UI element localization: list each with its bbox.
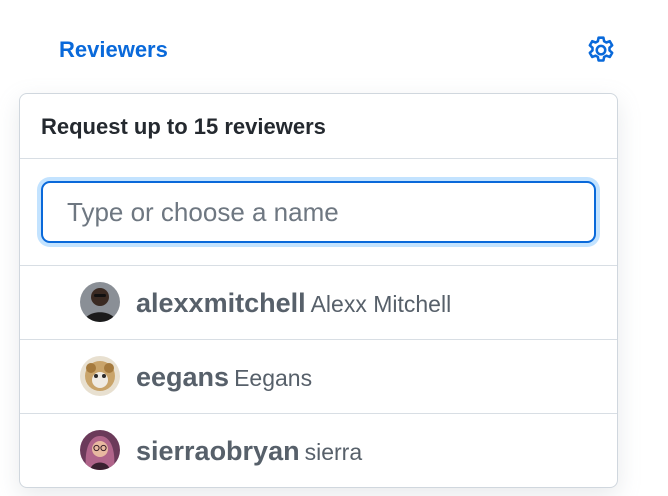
reviewer-full-name: Eegans — [234, 365, 313, 391]
avatar — [80, 430, 120, 470]
reviewer-login: eegans — [136, 362, 230, 392]
menu-title: Request up to 15 reviewers — [20, 94, 617, 159]
gear-icon[interactable] — [584, 34, 618, 68]
reviewer-filter-input[interactable] — [41, 181, 596, 243]
reviewer-login: sierraobryan — [136, 436, 300, 466]
reviewer-option-text: alexxmitchell Alexx Mitchell — [136, 266, 451, 345]
reviewer-login: alexxmitchell — [136, 288, 306, 318]
reviewer-full-name: sierra — [304, 439, 363, 465]
reviewer-option[interactable]: eegans Eegans — [20, 340, 617, 414]
reviewer-option-text: sierraobryan sierra — [136, 414, 363, 487]
reviewers-select-menu: Request up to 15 reviewers alexxmitchell… — [19, 93, 618, 488]
reviewers-sidebar-header: Reviewers — [0, 0, 668, 96]
reviewer-option[interactable]: sierraobryan sierra — [20, 414, 617, 487]
avatar — [80, 356, 120, 396]
reviewer-option[interactable]: alexxmitchell Alexx Mitchell — [20, 266, 617, 340]
avatar — [80, 282, 120, 322]
reviewers-heading[interactable]: Reviewers — [59, 36, 168, 64]
reviewer-option-text: eegans Eegans — [136, 340, 312, 419]
filter-section — [20, 159, 617, 266]
reviewer-full-name: Alexx Mitchell — [310, 291, 452, 317]
